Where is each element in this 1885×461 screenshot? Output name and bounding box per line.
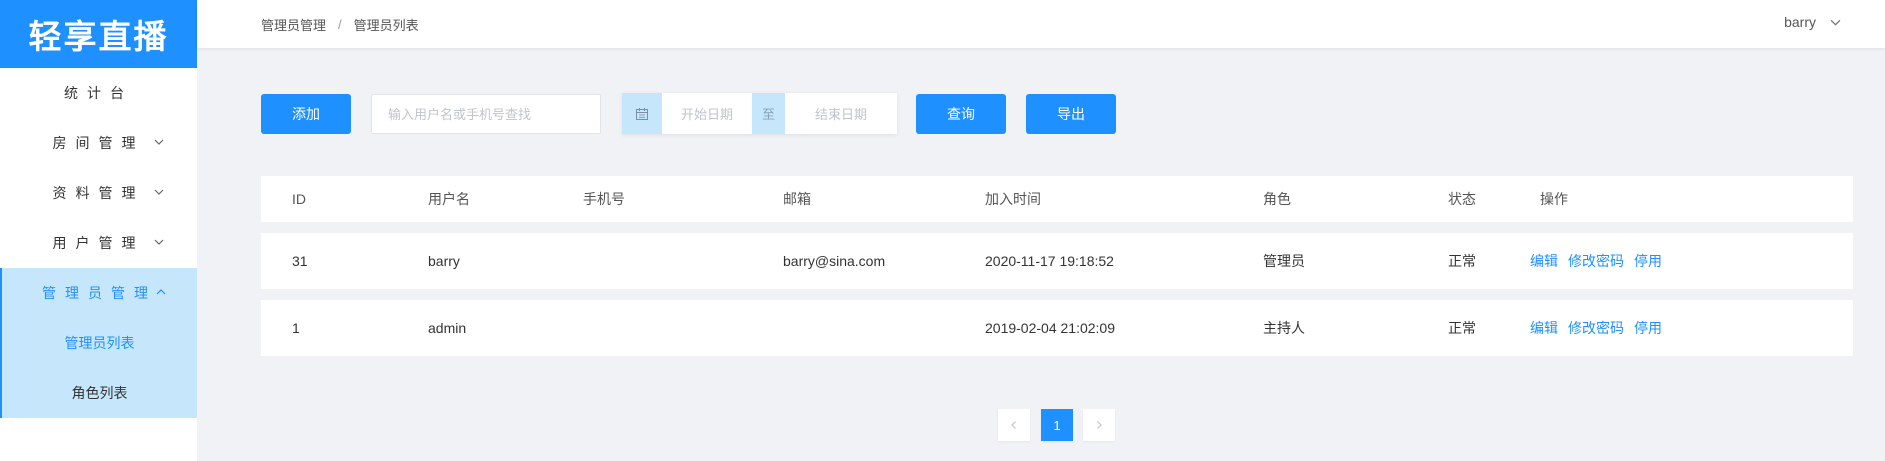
sidebar-item-dashboard[interactable]: 统计台 [0,68,197,118]
edit-link[interactable]: 编辑 [1530,318,1558,338]
chevron-left-icon [1011,421,1016,429]
column-header: 状态 [1448,191,1476,207]
column-header: ID [292,191,306,207]
cell-joined: 2019-02-04 21:02:09 [985,320,1115,336]
disable-link[interactable]: 停用 [1634,251,1662,271]
change-password-link[interactable]: 修改密码 [1568,318,1624,338]
chevron-down-icon [154,239,164,245]
sidebar-item-rooms[interactable]: 房间管理 [0,118,197,168]
start-date-field[interactable]: 开始日期 [662,93,752,134]
table-row: 1 admin 2019-02-04 21:02:09 主持人 正常 编辑 修改… [261,300,1853,356]
chevron-down-icon [1830,19,1841,26]
cell-role: 主持人 [1263,320,1305,336]
sidebar-item-label: 管理员管理 [42,285,157,301]
date-range-separator: 至 [752,93,785,134]
sidebar-item-label: 资料管理 [52,185,145,201]
user-menu[interactable]: barry [1784,14,1841,30]
add-button[interactable]: 添加 [261,94,351,134]
chevron-right-icon [1097,421,1102,429]
sidebar-submenu: 管理员列表 角色列表 [0,318,197,418]
cell-id: 31 [292,253,308,269]
query-button[interactable]: 查询 [916,94,1006,134]
column-header: 加入时间 [985,191,1041,207]
cell-email: barry@sina.com [783,253,886,269]
table-header: ID 用户名 手机号 邮箱 加入时间 角色 状态 操作 [261,176,1853,222]
breadcrumb-current: 管理员列表 [353,18,419,33]
column-header: 手机号 [583,191,625,207]
sidebar-item-materials[interactable]: 资料管理 [0,168,197,218]
column-header: 用户名 [428,191,470,207]
table-row: 31 barry barry@sina.com 2020-11-17 19:18… [261,233,1853,289]
breadcrumb-separator: / [338,17,342,32]
calendar-icon [622,93,662,134]
chevron-down-icon [154,139,164,145]
cell-username: admin [428,320,467,336]
export-button[interactable]: 导出 [1026,94,1116,134]
column-header: 邮箱 [783,191,811,207]
column-header: 操作 [1540,191,1568,207]
sidebar-subitem-admin-list[interactable]: 管理员列表 [2,318,197,368]
breadcrumb-item[interactable]: 管理员管理 [261,15,326,34]
search-input[interactable] [371,94,601,134]
user-name: barry [1784,14,1816,30]
sidebar-item-users[interactable]: 用户管理 [0,218,197,268]
chevron-down-icon [154,189,164,195]
cell-username: barry [428,253,460,269]
cell-actions: 编辑 修改密码 停用 [1530,233,1672,289]
next-page-button[interactable] [1083,409,1115,441]
change-password-link[interactable]: 修改密码 [1568,251,1624,271]
sidebar-item-admins[interactable]: 管理员管理 [0,268,197,318]
sidebar: 轻享直播 统计台 房间管理 资料管理 用户管理 管理员管理 管理员列表 角色列表 [0,0,197,461]
sidebar-subitem-role-list[interactable]: 角色列表 [2,368,197,418]
edit-link[interactable]: 编辑 [1530,251,1558,271]
sidebar-item-label: 房间管理 [52,135,145,151]
breadcrumb: 管理员管理 / 管理员列表 [261,15,419,34]
cell-id: 1 [292,320,300,336]
end-date-field[interactable]: 结束日期 [785,93,897,134]
cell-status: 正常 [1448,253,1476,269]
cell-status: 正常 [1448,320,1476,336]
sidebar-item-label: 统计台 [64,85,133,101]
page-number-button[interactable]: 1 [1041,409,1073,441]
column-header: 角色 [1263,191,1291,207]
top-header: 管理员管理 / 管理员列表 barry [197,0,1885,48]
date-range-picker[interactable]: 开始日期 至 结束日期 [622,93,897,134]
disable-link[interactable]: 停用 [1634,318,1662,338]
sidebar-item-label: 用户管理 [52,235,145,251]
prev-page-button[interactable] [998,409,1030,441]
cell-role: 管理员 [1263,253,1305,269]
cell-joined: 2020-11-17 19:18:52 [985,253,1114,269]
chevron-up-icon [156,289,166,295]
app-logo[interactable]: 轻享直播 [0,0,197,68]
cell-actions: 编辑 修改密码 停用 [1530,300,1672,356]
